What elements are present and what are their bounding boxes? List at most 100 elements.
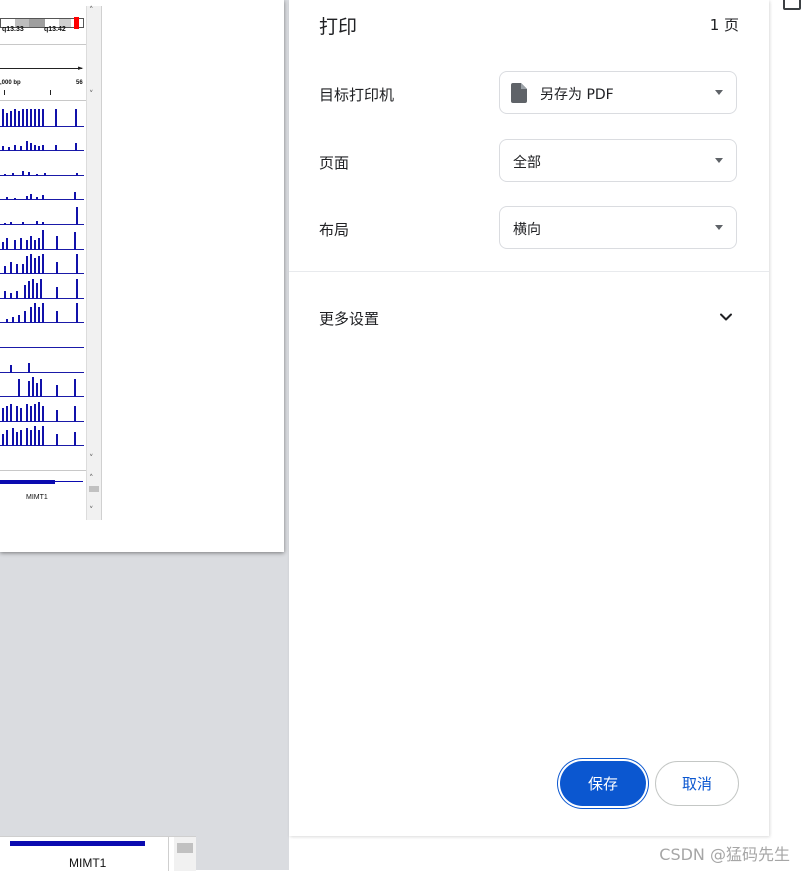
coverage-bar (74, 231, 76, 250)
coverage-bar (76, 303, 78, 324)
coverage-bar (42, 108, 44, 127)
coverage-bar (56, 311, 58, 324)
gene-label: MIMT1 (26, 494, 48, 501)
section-divider (289, 271, 769, 272)
scroll-down-icon[interactable]: ˅ (89, 506, 94, 516)
coverage-bar (42, 229, 44, 250)
pages-select[interactable]: 全部 (499, 139, 737, 182)
coverage-bar (38, 430, 40, 447)
coverage-track (0, 176, 84, 201)
coverage-bar (34, 426, 36, 447)
scroll-thumb[interactable] (177, 843, 193, 853)
coverage-bar (38, 108, 40, 127)
coverage-bar (6, 237, 8, 250)
gene-feature (10, 841, 145, 846)
coverage-bar (38, 307, 40, 324)
file-icon (511, 83, 527, 103)
coverage-track (0, 299, 84, 324)
coverage-bar (36, 383, 38, 398)
coverage-bar (16, 290, 18, 299)
coverage-bar (14, 239, 16, 250)
coverage-track (0, 422, 84, 447)
ruler-label: ,000 bp (0, 80, 21, 86)
coverage-bar (20, 237, 22, 250)
coverage-bar (2, 241, 4, 250)
ruler-tick (4, 90, 5, 95)
coverage-bar (34, 239, 36, 250)
coverage-track (0, 127, 84, 152)
coverage-bar (38, 237, 40, 250)
coverage-bar (30, 254, 32, 275)
layout-select[interactable]: 横向 (499, 206, 737, 249)
destination-select[interactable]: 另存为 PDF (499, 71, 737, 114)
coverage-track (0, 225, 84, 250)
coverage-track (0, 250, 84, 275)
coverage-bar (74, 379, 76, 398)
dropdown-caret-icon (715, 225, 723, 230)
coverage-bar (38, 256, 40, 275)
coverage-bar (42, 426, 44, 447)
coverage-bar (26, 141, 28, 152)
coverage-bar (28, 362, 30, 373)
preview-page: q13.33 q13.42 ► ,000 bp 56 MIMT1 ˄ ˅ ˅ ˄ (0, 0, 284, 552)
coverage-bar (2, 108, 4, 127)
more-settings-toggle[interactable]: 更多设置 (289, 296, 769, 340)
coverage-bar (56, 385, 58, 398)
scrollbar[interactable] (174, 837, 196, 871)
coverage-bar (36, 282, 38, 299)
cancel-button[interactable]: 取消 (655, 761, 739, 806)
coverage-track (0, 102, 84, 127)
scroll-up-icon[interactable]: ˄ (89, 6, 94, 16)
chevron-down-icon[interactable] (719, 310, 733, 324)
divider (168, 837, 169, 871)
page-count: 1 页 (709, 16, 739, 34)
dropdown-caret-icon (715, 90, 723, 95)
scroll-up-icon[interactable]: ˄ (89, 474, 94, 484)
coverage-bar (16, 264, 18, 275)
coverage-bar (34, 303, 36, 324)
igv-genome-view: q13.33 q13.42 ► ,000 bp 56 MIMT1 ˄ ˅ ˅ ˄ (0, 6, 102, 520)
coverage-bar (10, 262, 12, 275)
coverage-bar (6, 112, 8, 127)
divider (0, 100, 86, 101)
coverage-bar (10, 364, 12, 373)
coverage-bar (22, 264, 24, 275)
coverage-bar (30, 143, 32, 152)
scroll-down-icon[interactable]: ˅ (89, 90, 94, 100)
vertical-scrollbar[interactable]: ˄ ˅ ˅ ˄ ˅ (86, 6, 101, 520)
cytoband (29, 19, 45, 27)
dropdown-caret-icon (715, 158, 723, 163)
coverage-bar (18, 379, 20, 398)
save-button[interactable]: 保存 (560, 761, 646, 806)
coverage-bar (16, 432, 18, 447)
coverage-bar (34, 258, 36, 275)
coverage-bar (30, 235, 32, 250)
ruler-line (0, 68, 82, 69)
coverage-bar (26, 403, 28, 422)
coverage-bar (40, 379, 42, 398)
gene-label: MIMT1 (69, 856, 107, 870)
panel-title: 打印 (319, 16, 358, 38)
coverage-bar (20, 430, 22, 447)
destination-value: 另存为 PDF (540, 87, 614, 103)
coverage-bar (74, 432, 76, 447)
coverage-bar (40, 278, 42, 299)
coverage-bar (4, 290, 6, 299)
scroll-down-icon[interactable]: ˅ (89, 454, 94, 464)
coverage-bar (34, 403, 36, 422)
coverage-bar (18, 315, 20, 324)
coverage-bar (34, 108, 36, 127)
coverage-bar (28, 280, 30, 299)
background-gene-track: MIMT1 (0, 836, 196, 871)
coverage-bar (24, 284, 26, 299)
coverage-track (0, 348, 84, 373)
scroll-thumb[interactable] (89, 486, 99, 492)
coverage-bar (56, 286, 58, 299)
print-settings-panel: 打印 1 页 目标打印机 另存为 PDF 页面 全部 布局 横向 更多设置 保存… (289, 0, 769, 836)
coverage-bar (30, 108, 32, 127)
coverage-bar (42, 405, 44, 422)
print-preview-area: q13.33 q13.42 ► ,000 bp 56 MIMT1 ˄ ˅ ˅ ˄ (0, 0, 289, 871)
coverage-bar (10, 110, 12, 127)
coverage-bar (75, 108, 77, 127)
gene-intron (55, 481, 83, 482)
